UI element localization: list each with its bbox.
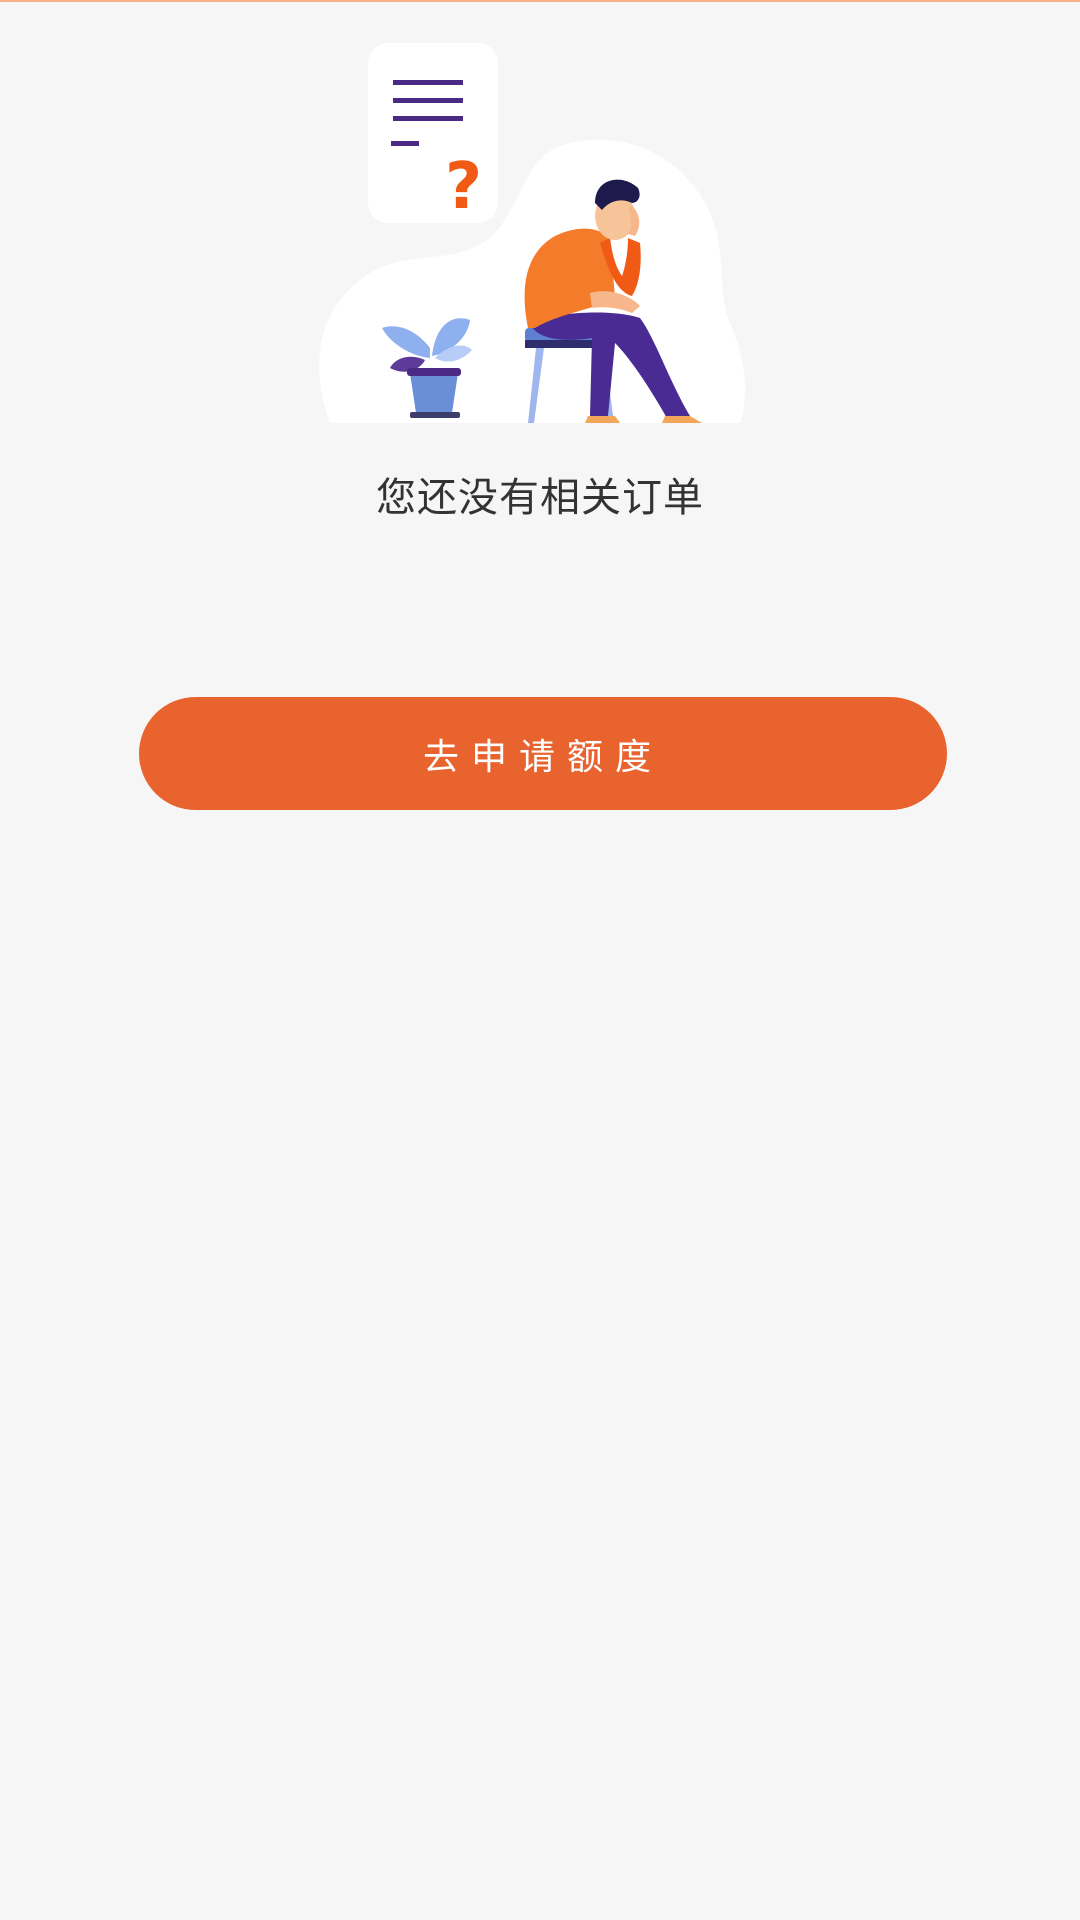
document-question-icon: ? xyxy=(368,43,498,224)
svg-text:?: ? xyxy=(445,150,482,224)
top-accent-bar xyxy=(0,0,1080,2)
empty-orders-illustration: ? xyxy=(319,43,746,423)
empty-orders-message: 您还没有相关订单 xyxy=(376,475,704,521)
apply-credit-button[interactable]: 去申请额度 xyxy=(139,697,947,810)
